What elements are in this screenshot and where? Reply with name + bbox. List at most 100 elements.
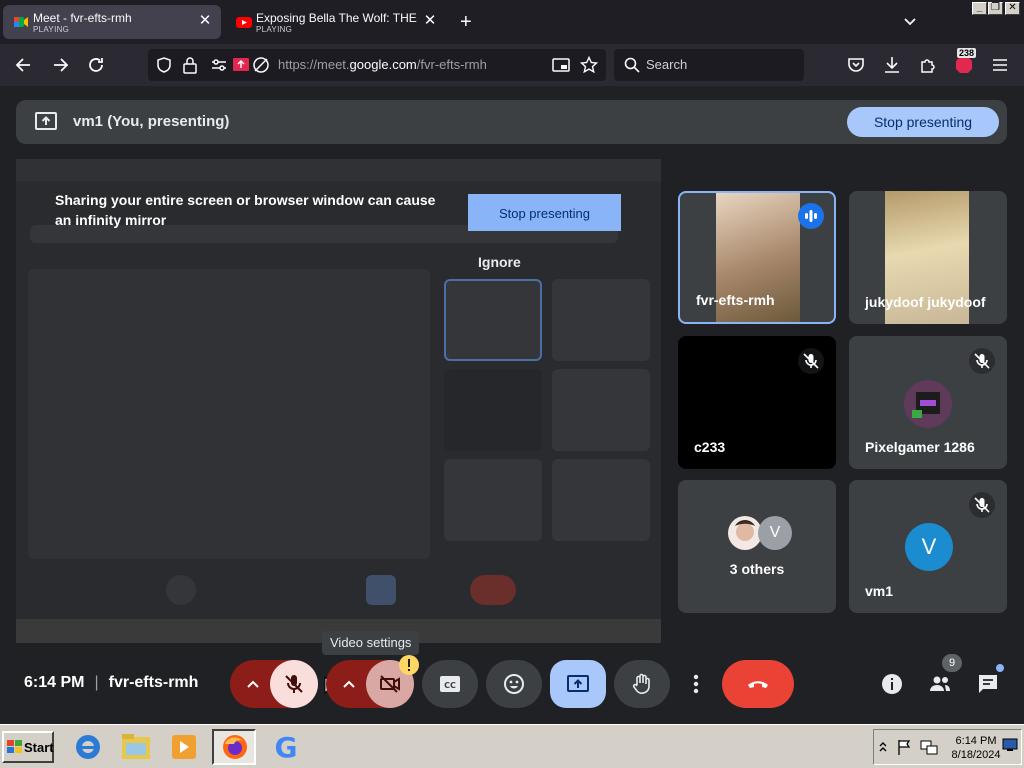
screen-share-preview: Sharing your entire screen or browser wi… bbox=[16, 159, 661, 643]
permissions-icon[interactable] bbox=[210, 57, 228, 73]
participant-tile[interactable]: jukydoof jukydoof bbox=[849, 191, 1007, 324]
mic-muted-icon bbox=[969, 492, 995, 518]
more-options-button[interactable] bbox=[678, 660, 714, 708]
taskbar-clock[interactable]: 6:14 PM 8/18/2024 bbox=[950, 734, 1002, 762]
mirror-tile bbox=[552, 369, 650, 451]
url-text[interactable]: https://meet.google.com/fvr-efts-rmh bbox=[278, 57, 487, 72]
svg-text:G: G bbox=[275, 731, 298, 764]
firefox-taskbar-button[interactable] bbox=[212, 729, 256, 765]
hang-up-icon bbox=[748, 681, 768, 688]
mirror-tile bbox=[444, 279, 542, 361]
mirror-tile bbox=[552, 279, 650, 361]
flag-icon[interactable] bbox=[896, 738, 914, 756]
mirror-control bbox=[166, 575, 196, 605]
close-tab-icon[interactable]: ✕ bbox=[422, 13, 438, 29]
participant-tile[interactable]: Pixelgamer 1286 bbox=[849, 336, 1007, 469]
svg-text:CC: CC bbox=[444, 681, 456, 690]
chevron-up-icon[interactable] bbox=[245, 677, 261, 691]
close-window-button[interactable]: ✕ bbox=[1005, 2, 1020, 15]
infinity-mirror-warning: Sharing your entire screen or browser wi… bbox=[55, 192, 436, 228]
mic-muted-icon bbox=[969, 348, 995, 374]
system-tray: 6:14 PM 8/18/2024 bbox=[873, 729, 1022, 765]
reload-icon[interactable] bbox=[86, 55, 106, 75]
video-settings-tooltip: Video settings bbox=[322, 631, 420, 655]
chevron-up-icon[interactable] bbox=[878, 740, 888, 754]
stop-presenting-button[interactable]: Stop presenting bbox=[468, 194, 621, 231]
firefox-icon bbox=[223, 735, 247, 759]
clock-time: 6:14 PM bbox=[955, 735, 997, 747]
google-chrome-icon[interactable]: G bbox=[264, 729, 308, 765]
forward-arrow-icon[interactable] bbox=[50, 55, 70, 75]
search-icon bbox=[624, 57, 640, 73]
browser-nav-bar: https://meet.google.com/fvr-efts-rmh Sea… bbox=[0, 44, 1024, 86]
youtube-favicon-icon bbox=[236, 17, 252, 28]
start-label: Start bbox=[24, 740, 54, 755]
url-bar[interactable]: https://meet.google.com/fvr-efts-rmh bbox=[148, 49, 606, 81]
extensions-puzzle-icon[interactable] bbox=[918, 55, 938, 75]
avatar bbox=[728, 516, 762, 550]
search-bar[interactable]: Search bbox=[614, 49, 804, 81]
lock-icon[interactable] bbox=[182, 56, 198, 74]
shield-icon[interactable] bbox=[155, 56, 173, 74]
participant-name: 3 others bbox=[729, 561, 785, 577]
stop-presenting-button[interactable]: Stop presenting bbox=[847, 107, 999, 137]
close-tab-icon[interactable]: ✕ bbox=[197, 13, 213, 29]
participant-tile[interactable]: V 3 others bbox=[678, 480, 836, 613]
chat-button[interactable] bbox=[964, 660, 1012, 708]
new-tab-button[interactable]: + bbox=[460, 12, 472, 32]
adblock-extension-icon[interactable] bbox=[954, 55, 974, 75]
screen-share-indicator-icon[interactable] bbox=[232, 56, 250, 74]
participant-tile[interactable]: V vm1 bbox=[849, 480, 1007, 613]
people-count-badge: 9 bbox=[942, 654, 962, 672]
tab-title: Meet - fvr-efts-rmh bbox=[33, 11, 132, 25]
internet-explorer-icon[interactable] bbox=[66, 729, 110, 765]
time-text: 6:14 PM bbox=[24, 674, 85, 691]
start-button[interactable]: Start bbox=[2, 731, 54, 763]
leave-call-button[interactable] bbox=[722, 660, 794, 708]
camera-off-icon bbox=[380, 675, 400, 693]
reactions-button[interactable] bbox=[486, 660, 542, 708]
info-icon bbox=[882, 674, 902, 694]
mirror-control bbox=[366, 575, 396, 605]
microphone-toggle-button[interactable] bbox=[270, 660, 318, 708]
download-icon[interactable] bbox=[882, 55, 902, 75]
tab-playing-label: PLAYING bbox=[256, 25, 293, 34]
participant-tile[interactable]: c233 bbox=[678, 336, 836, 469]
avatar: V bbox=[905, 523, 953, 571]
participant-name: jukydoof jukydoof bbox=[865, 294, 986, 310]
present-screen-icon bbox=[35, 112, 57, 130]
tab-youtube[interactable]: Exposing Bella The Wolf: THE FINAL PLAYI… bbox=[226, 5, 446, 39]
file-explorer-icon[interactable] bbox=[114, 729, 158, 765]
participant-tile[interactable]: fvr-efts-rmh bbox=[678, 191, 836, 324]
media-player-icon[interactable] bbox=[162, 729, 206, 765]
more-vertical-icon bbox=[693, 674, 699, 694]
mirror-screen bbox=[28, 269, 430, 559]
pocket-icon[interactable] bbox=[846, 55, 866, 75]
closed-captions-icon: CC bbox=[440, 676, 460, 692]
tab-meet[interactable]: Meet - fvr-efts-rmh PLAYING ✕ bbox=[3, 5, 221, 39]
restore-button[interactable]: ❐ bbox=[988, 2, 1003, 15]
back-arrow-icon[interactable] bbox=[14, 55, 34, 75]
chevron-down-icon[interactable] bbox=[902, 13, 918, 29]
raise-hand-icon bbox=[632, 673, 650, 694]
menu-hamburger-icon[interactable] bbox=[990, 55, 1010, 75]
mirror-tile bbox=[444, 459, 542, 541]
present-now-button[interactable] bbox=[550, 660, 606, 708]
emoji-icon bbox=[504, 674, 524, 694]
ignore-button[interactable]: Ignore bbox=[478, 254, 521, 270]
meeting-details-button[interactable] bbox=[868, 660, 916, 708]
extension-badge: 238 bbox=[957, 48, 977, 58]
raise-hand-button[interactable] bbox=[614, 660, 670, 708]
participant-name: fvr-efts-rmh bbox=[696, 292, 775, 308]
autoplay-blocked-icon[interactable] bbox=[252, 56, 270, 74]
minimize-button[interactable]: _ bbox=[972, 2, 987, 15]
browser-tab-bar: Meet - fvr-efts-rmh PLAYING ✕ Exposing B… bbox=[0, 0, 1024, 44]
chevron-up-icon[interactable] bbox=[341, 677, 357, 691]
bookmark-star-icon[interactable] bbox=[580, 56, 598, 74]
url-domain: google.com bbox=[349, 57, 417, 72]
captions-button[interactable]: CC bbox=[422, 660, 478, 708]
network-icon[interactable] bbox=[920, 738, 938, 756]
show-desktop-icon[interactable] bbox=[1002, 738, 1018, 752]
picture-in-picture-icon[interactable] bbox=[552, 56, 570, 74]
clock-date: 8/18/2024 bbox=[951, 749, 1001, 761]
